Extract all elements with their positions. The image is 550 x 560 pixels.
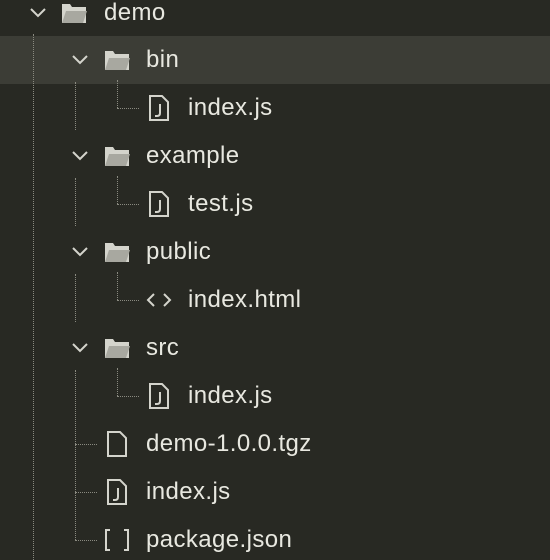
tree-item-test-js[interactable]: test.js [0, 180, 550, 228]
tree-item-index-html[interactable]: index.html [0, 276, 550, 324]
tree-guide-line [75, 370, 76, 540]
file-icon [103, 420, 131, 468]
tree-item-label: demo-1.0.0.tgz [146, 430, 312, 457]
tree-guide-line [75, 274, 76, 322]
js-file-icon [145, 372, 173, 420]
file-tree: demo bin index.js example test.js public… [0, 0, 550, 560]
tree-item-label: index.html [188, 286, 302, 313]
tree-item-label: index.js [188, 94, 273, 121]
tree-item-package-json[interactable]: package.json [0, 516, 550, 560]
tree-guide-line [117, 80, 118, 108]
tree-guide-line [117, 176, 118, 204]
tree-item-label: src [146, 334, 180, 361]
tree-item-label: test.js [188, 190, 254, 217]
js-file-icon [145, 84, 173, 132]
tree-guide-line [33, 34, 34, 560]
folder-open-icon [103, 324, 131, 372]
js-file-icon [145, 180, 173, 228]
chevron-down-icon[interactable] [71, 36, 89, 84]
tree-item-label: demo [104, 0, 166, 26]
tree-item-demo[interactable]: demo [0, 0, 550, 37]
tree-branch-line [117, 108, 139, 109]
tree-branch-line [117, 300, 139, 301]
chevron-down-icon[interactable] [71, 324, 89, 372]
brackets-icon [103, 516, 131, 560]
tree-item-label: index.js [146, 478, 231, 505]
tree-item-label: package.json [146, 526, 293, 553]
chevron-down-icon[interactable] [29, 0, 47, 37]
tree-item-label: example [146, 142, 240, 169]
folder-open-icon [103, 36, 131, 84]
folder-open-icon [103, 228, 131, 276]
folder-open-icon [60, 0, 88, 37]
tree-branch-line [117, 396, 139, 397]
tree-item-src[interactable]: src [0, 324, 550, 372]
tree-item-index-js[interactable]: index.js [0, 84, 550, 132]
js-file-icon [103, 468, 131, 516]
tree-item-index-js[interactable]: index.js [0, 372, 550, 420]
tree-guide-line [117, 368, 118, 396]
folder-open-icon [103, 132, 131, 180]
tree-item-public[interactable]: public [0, 228, 550, 276]
tree-branch-line [75, 492, 97, 493]
tree-item-label: public [146, 238, 212, 265]
tree-item-bin[interactable]: bin [0, 36, 550, 84]
tree-guide-line [75, 82, 76, 130]
tree-branch-line [117, 204, 139, 205]
tree-branch-line [75, 444, 97, 445]
tree-guide-line [75, 178, 76, 226]
tree-item-label: index.js [188, 382, 273, 409]
tree-guide-line [117, 272, 118, 300]
tree-item-label: bin [146, 46, 180, 73]
tree-item-example[interactable]: example [0, 132, 550, 180]
tree-branch-line [75, 540, 97, 541]
chevron-down-icon[interactable] [71, 228, 89, 276]
chevron-down-icon[interactable] [71, 132, 89, 180]
code-icon [145, 276, 173, 324]
